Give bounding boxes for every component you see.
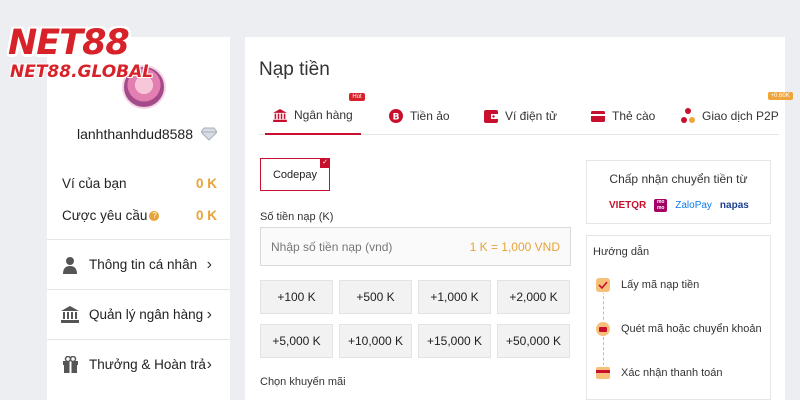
logo-sub-text: NET88.GLOBAL [10,62,154,82]
amount-input[interactable] [271,239,470,254]
quick-amount-button[interactable]: +15,000 K [418,324,491,358]
scan-icon [595,321,611,337]
guide-step: Quét mã hoặc chuyển khoản [595,321,762,337]
wallet-icon [484,109,498,123]
guide-box: Hướng dẫn Lấy mã nạp tiền Quét mã hoặc c… [586,235,771,400]
tab-p2p[interactable]: Giao dịch P2P +0.60K [681,92,793,135]
chevron-right-icon: › [206,255,212,273]
bank-icon [61,306,79,324]
logo-main-text: NET88 [8,23,130,63]
wallet-balance-row: Ví của bạn 0 K [62,176,217,191]
quick-amount-button[interactable]: +50,000 K [497,324,570,358]
wallet-value: 0 K [195,176,217,191]
quick-amount-button[interactable]: +2,000 K [497,280,570,314]
tab-scratch-card[interactable]: Thẻ cào [591,97,655,135]
account-sidebar: lanhthanhdud8588 Ví của bạn 0 K Cược yêu… [47,37,230,400]
net88-logo[interactable]: NET88 NET88.GLOBAL [8,24,153,82]
quick-amount-button[interactable]: +1,000 K [418,280,491,314]
tab-crypto[interactable]: B Tiền ảo [389,97,450,135]
confirm-icon [595,365,611,381]
username: lanhthanhdud8588 [77,126,194,142]
guide-step: Lấy mã nạp tiền [595,277,699,293]
deposit-panel: Nạp tiền Ngân hàng Hot B Tiền ảo Ví điện… [245,37,793,400]
page-title: Nạp tiền [259,59,330,80]
tab-label: Tiền ảo [410,109,450,123]
accepted-sources-title: Chấp nhận chuyển tiền từ [609,172,748,186]
menu-item-rewards[interactable]: Thưởng & Hoàn trả › [47,339,230,389]
payment-logos: VIETQR mo mo ZaloPay napas [609,199,749,212]
guide-step-label: Lấy mã nạp tiền [621,279,700,291]
svg-text:B: B [393,113,400,123]
menu-item-label: Thông tin cá nhân [89,257,198,272]
user-icon [61,256,79,274]
info-icon[interactable]: ? [149,211,160,222]
required-bet-label-wrap: Cược yêu cầu? [62,208,160,223]
codepay-label: Codepay [272,168,318,181]
required-bet-row: Cược yêu cầu? 0 K [62,208,217,223]
p2p-icon [681,108,695,123]
tab-label: Ví điện tử [505,109,558,123]
tab-label: Ngân hàng [294,108,353,122]
vietqr-logo: VIETQR [609,200,647,211]
accepted-sources-box: Chấp nhận chuyển tiền từ VIETQR mo mo Za… [586,160,771,224]
exchange-rate: 1 K = 1,000 VND [469,239,560,254]
napas-logo: napas [719,200,749,211]
tab-e-wallet[interactable]: Ví điện tử [484,97,557,135]
code-icon [595,277,611,293]
quick-amount-button[interactable]: +500 K [339,280,412,314]
zalopay-logo: ZaloPay [675,200,712,211]
quick-amount-button[interactable]: +100 K [260,280,333,314]
chevron-right-icon: › [206,355,212,373]
wallet-label: Ví của bạn [62,176,127,191]
guide-step: Xác nhận thanh toán [595,365,723,381]
tab-label: Giao dịch P2P [702,109,779,123]
menu-item-label: Quản lý ngân hàng [89,307,204,322]
username-row: lanhthanhdud8588 [77,126,218,142]
tab-label: Thẻ cào [612,109,656,123]
quick-amount-button[interactable]: +10,000 K [339,324,412,358]
guide-step-label: Quét mã hoặc chuyển khoản [621,323,762,335]
required-bet-value: 0 K [195,208,217,223]
amount-label: Số tiền nạp (K) [260,211,334,223]
promo-label: Chọn khuyến mãi [260,376,346,388]
hot-badge: Hot [349,93,365,101]
bank-icon [273,108,287,122]
bitcoin-icon: B [389,109,403,123]
amount-field[interactable]: 1 K = 1,000 VND [260,227,571,266]
check-icon: ✓ [320,158,330,168]
codepay-method-button[interactable]: Codepay ✓ [260,158,330,191]
gift-icon [61,356,79,374]
tab-bank[interactable]: Ngân hàng Hot [265,93,365,135]
momo-logo: mo mo [654,199,668,212]
menu-item-personal-info[interactable]: Thông tin cá nhân › [47,239,230,289]
guide-step-label: Xác nhận thanh toán [621,367,723,379]
diamond-icon [201,127,218,141]
bonus-badge: +0.60K [767,92,793,100]
required-bet-label: Cược yêu cầu [62,208,148,223]
guide-title: Hướng dẫn [593,246,650,258]
menu-item-bank-management[interactable]: Quản lý ngân hàng › [47,289,230,339]
chevron-right-icon: › [206,305,212,323]
card-icon [591,109,605,123]
quick-amount-button[interactable]: +5,000 K [260,324,333,358]
payment-tabs: Ngân hàng Hot B Tiền ảo Ví điện tử Thẻ c… [259,92,793,135]
menu-item-label: Thưởng & Hoàn trả [89,357,206,372]
